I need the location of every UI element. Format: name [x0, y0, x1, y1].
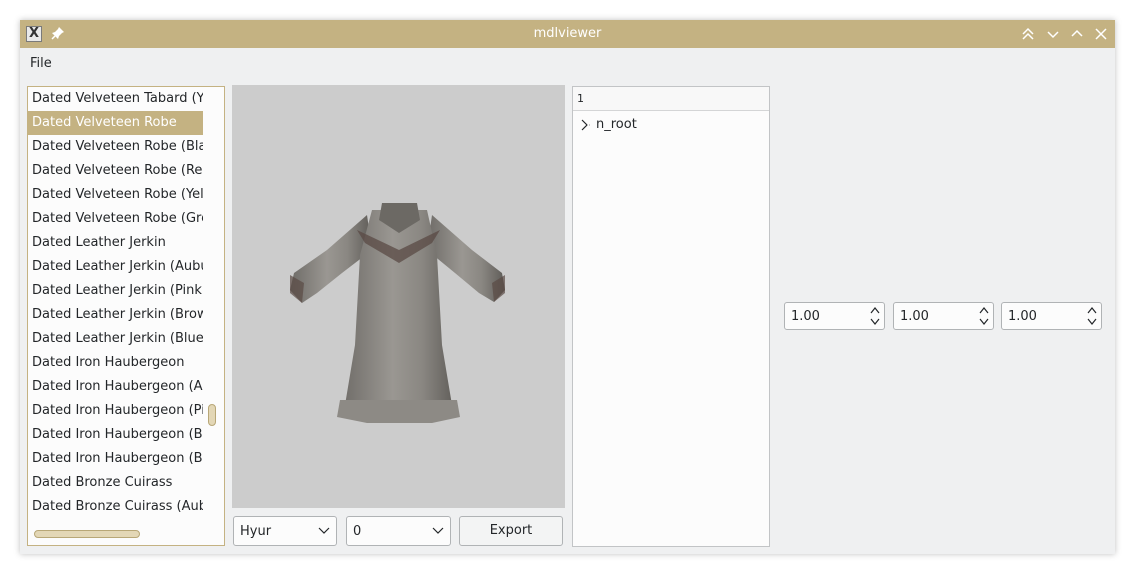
race-select[interactable]: Hyur — [233, 516, 337, 546]
keep-above-icon[interactable] — [1020, 26, 1036, 42]
node-tree[interactable]: 1 n_root — [572, 86, 770, 547]
list-item[interactable]: Dated Iron Haubergeon (Blu — [28, 447, 203, 471]
list-item[interactable]: Dated Leather Jerkin — [28, 231, 203, 255]
list-item[interactable]: Dated Velveteen Tabard (Yell — [28, 87, 203, 111]
spin-up-icon[interactable] — [979, 306, 989, 314]
vertical-scrollbar[interactable] — [208, 404, 216, 426]
model-viewport[interactable] — [232, 85, 565, 508]
main-window: X mdlviewer File Dated Velveteen Tabard … — [20, 20, 1115, 554]
horizontal-scrollbar[interactable] — [34, 530, 140, 538]
list-item[interactable]: Dated Velveteen Robe (Greer — [28, 207, 203, 231]
scale-z-spinbox[interactable]: 1.00 — [1001, 302, 1102, 330]
spin-down-icon[interactable] — [979, 318, 989, 326]
tree-node-label: n_root — [596, 117, 637, 132]
list-item[interactable]: Dated Velveteen Robe (Black — [28, 135, 203, 159]
chevron-down-icon — [432, 527, 444, 534]
chevron-right-icon[interactable] — [579, 119, 591, 131]
menu-file[interactable]: File — [30, 56, 52, 71]
close-icon[interactable] — [1093, 26, 1109, 42]
minimize-icon[interactable] — [1045, 26, 1061, 42]
list-item[interactable]: Dated Leather Jerkin (Blue) — [28, 327, 203, 351]
list-item[interactable]: Dated Iron Haubergeon — [28, 351, 203, 375]
list-item[interactable]: Dated Iron Haubergeon (Aub — [28, 375, 203, 399]
scale-y-spinbox[interactable]: 1.00 — [893, 302, 994, 330]
list-item[interactable]: Dated Leather Jerkin (Aubur — [28, 255, 203, 279]
list-item[interactable]: Dated Bronze Cuirass — [28, 471, 203, 495]
maximize-icon[interactable] — [1069, 26, 1085, 42]
spin-down-icon[interactable] — [1087, 318, 1097, 326]
menu-bar: File — [20, 48, 1115, 76]
list-item[interactable]: Dated Leather Jerkin (Brown — [28, 303, 203, 327]
item-list[interactable]: Dated Velveteen Tabard (Yell Dated Velvet… — [27, 86, 225, 546]
list-item[interactable]: Dated Iron Haubergeon (Bro — [28, 423, 203, 447]
list-item[interactable]: Dated Velveteen Robe (Red) — [28, 159, 203, 183]
tree-header[interactable]: 1 — [573, 87, 769, 111]
list-item[interactable]: Dated Iron Haubergeon (Pin — [28, 399, 203, 423]
tree-header-label: 1 — [577, 92, 584, 105]
window-title: mdlviewer — [533, 26, 602, 41]
spin-up-icon[interactable] — [1087, 306, 1097, 314]
variant-select[interactable]: 0 — [346, 516, 451, 546]
list-item[interactable]: Dated Leather Jerkin (Pink) — [28, 279, 203, 303]
list-item[interactable]: Dated Bronze Cuirass (Aubur — [28, 495, 203, 519]
scale-x-spinbox[interactable]: 1.00 — [784, 302, 885, 330]
list-item[interactable]: Dated Velveteen Robe — [28, 111, 203, 135]
title-bar[interactable]: X mdlviewer — [20, 20, 1115, 48]
spin-up-icon[interactable] — [870, 306, 880, 314]
spin-down-icon[interactable] — [870, 318, 880, 326]
export-button[interactable]: Export — [459, 516, 563, 546]
list-item[interactable]: Dated Velveteen Robe (Yellov — [28, 183, 203, 207]
robe-model — [290, 203, 505, 423]
chevron-down-icon — [318, 527, 330, 534]
